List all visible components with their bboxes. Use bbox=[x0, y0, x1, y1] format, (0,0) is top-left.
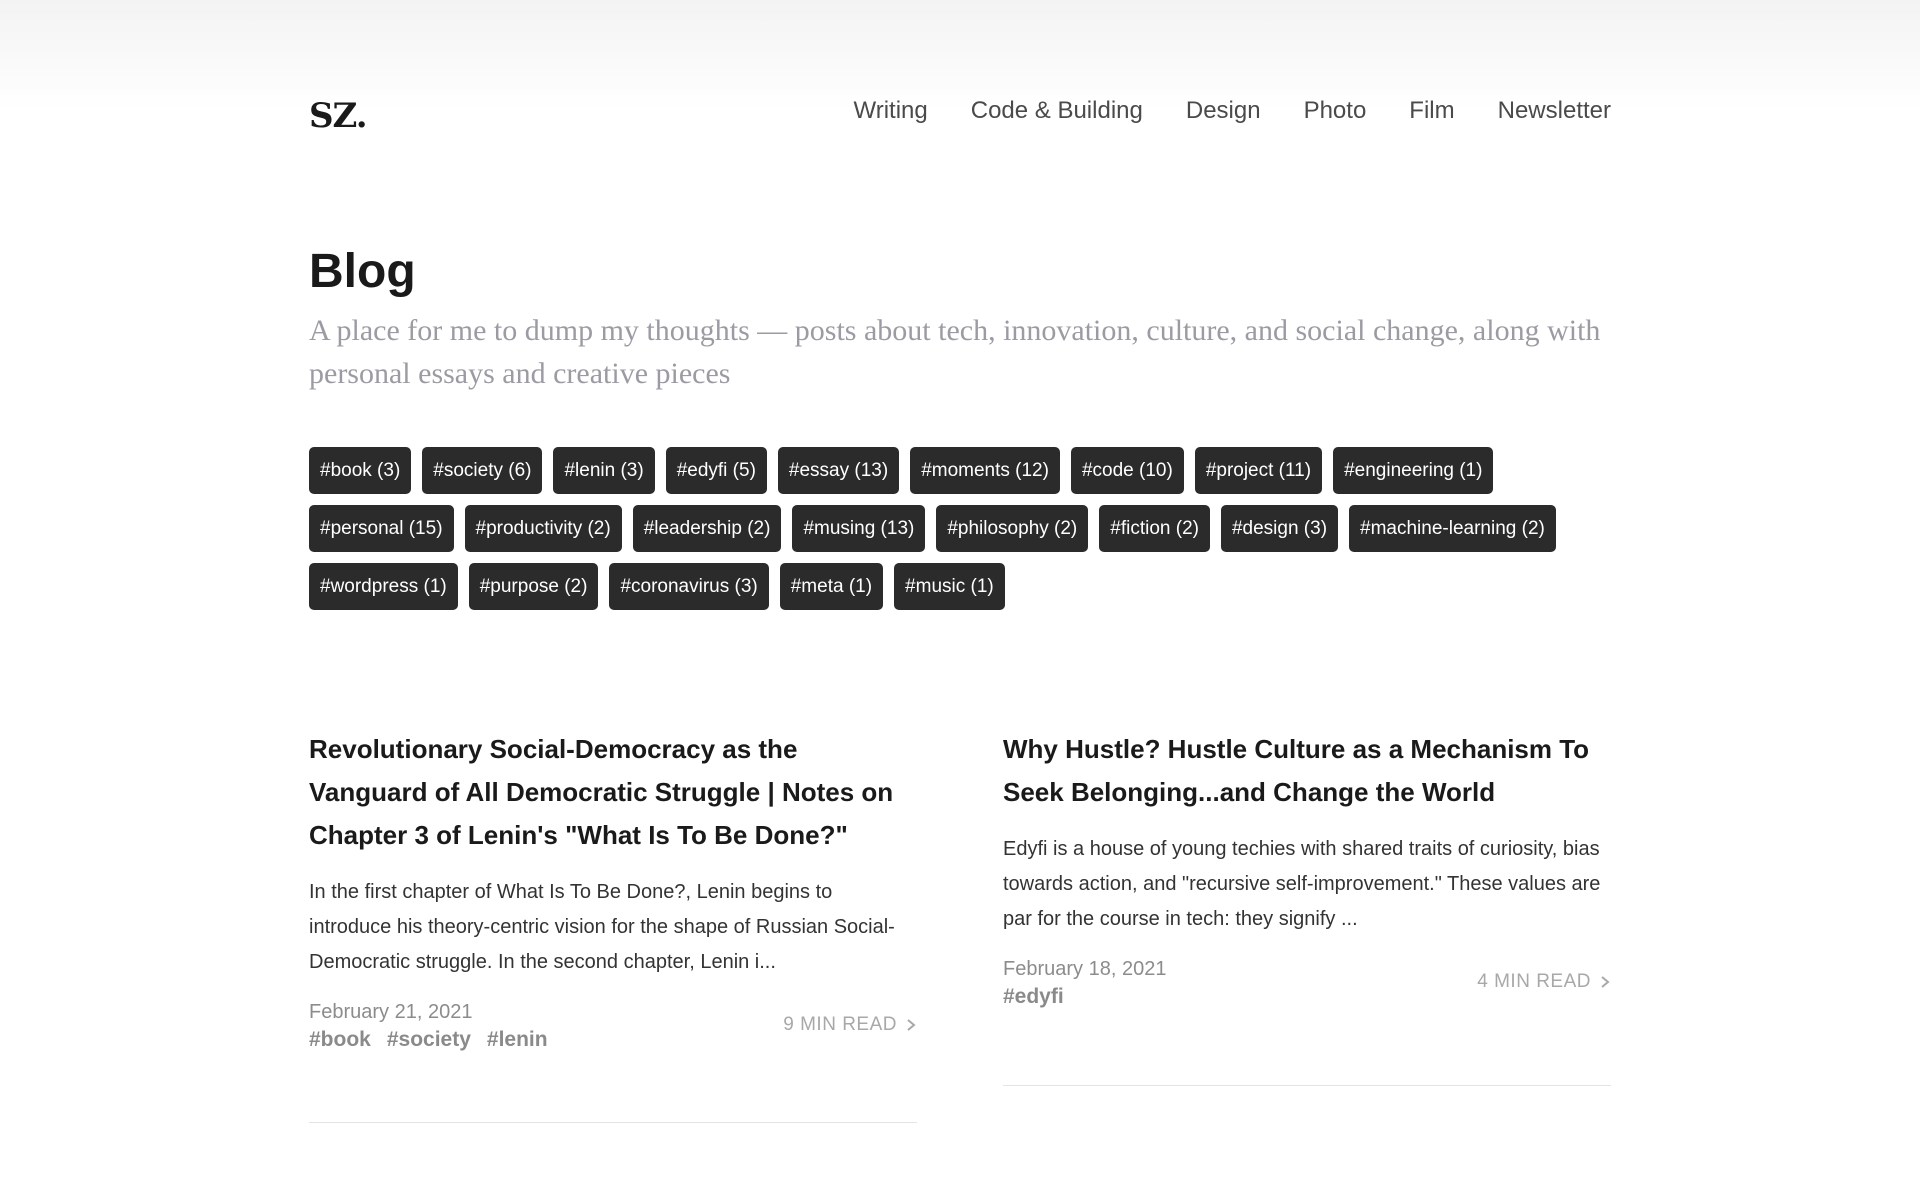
tag-chip[interactable]: #leadership (2) bbox=[632, 504, 782, 552]
site-logo[interactable]: SZ. bbox=[309, 96, 368, 136]
read-time-label: 9 MIN READ bbox=[783, 1013, 897, 1035]
read-more-link[interactable]: 4 MIN READ bbox=[1477, 971, 1611, 993]
post-meta: February 21, 2021 #book #society #lenin … bbox=[309, 998, 917, 1062]
tag-chip[interactable]: #wordpress (1) bbox=[309, 562, 458, 610]
read-time-label: 4 MIN READ bbox=[1477, 970, 1591, 992]
page-container: SZ. Writing Code & Building Design Photo… bbox=[309, 0, 1611, 1123]
tag-chip[interactable]: #coronavirus (3) bbox=[609, 562, 769, 610]
tag-chip[interactable]: #design (3) bbox=[1220, 504, 1339, 552]
post-tag-link[interactable]: #book bbox=[309, 1028, 371, 1052]
post-tag-link[interactable]: #society bbox=[387, 1028, 471, 1052]
tag-chip[interactable]: #project (11) bbox=[1194, 446, 1323, 494]
tag-chip[interactable]: #book (3) bbox=[309, 446, 412, 494]
main-nav: Writing Code & Building Design Photo Fil… bbox=[853, 97, 1611, 125]
post-title[interactable]: Revolutionary Social-Democracy as the Va… bbox=[309, 728, 917, 857]
nav-item-writing[interactable]: Writing bbox=[853, 97, 927, 125]
nav-item-photo[interactable]: Photo bbox=[1304, 97, 1367, 125]
tag-chip[interactable]: #philosophy (2) bbox=[936, 504, 1089, 552]
post-meta: February 18, 2021 #edyfi 4 MIN READ bbox=[1003, 955, 1611, 1019]
tag-chip[interactable]: #personal (15) bbox=[309, 504, 454, 552]
tag-chip[interactable]: #musing (13) bbox=[792, 504, 926, 552]
tag-chip[interactable]: #lenin (3) bbox=[553, 446, 655, 494]
tag-chip[interactable]: #engineering (1) bbox=[1333, 446, 1494, 494]
page-subtitle: A place for me to dump my thoughts — pos… bbox=[309, 313, 1601, 390]
tag-chip[interactable]: #meta (1) bbox=[779, 562, 884, 610]
post-tag-link[interactable]: #edyfi bbox=[1003, 985, 1064, 1009]
page-title: Blog bbox=[309, 245, 416, 298]
tag-chip[interactable]: #edyfi (5) bbox=[665, 446, 767, 494]
nav-item-design[interactable]: Design bbox=[1186, 97, 1261, 125]
post-tag-link[interactable]: #lenin bbox=[487, 1028, 548, 1052]
chevron-right-icon bbox=[1601, 976, 1610, 988]
chevron-right-icon bbox=[907, 1019, 916, 1031]
post-title[interactable]: Why Hustle? Hustle Culture as a Mechanis… bbox=[1003, 728, 1611, 814]
tag-chip[interactable]: #fiction (2) bbox=[1099, 504, 1210, 552]
post-list: Revolutionary Social-Democracy as the Va… bbox=[309, 728, 1611, 1123]
post-card: Why Hustle? Hustle Culture as a Mechanis… bbox=[1003, 728, 1611, 1123]
tag-chip[interactable]: #essay (13) bbox=[777, 446, 900, 494]
post-excerpt: In the first chapter of What Is To Be Do… bbox=[309, 880, 895, 973]
post-excerpt: Edyfi is a house of young techies with s… bbox=[1003, 837, 1601, 930]
nav-item-film[interactable]: Film bbox=[1409, 97, 1454, 125]
nav-item-code-building[interactable]: Code & Building bbox=[971, 97, 1143, 125]
post-card: Revolutionary Social-Democracy as the Va… bbox=[309, 728, 917, 1123]
tag-chip[interactable]: #moments (12) bbox=[910, 446, 1060, 494]
post-divider bbox=[1003, 1084, 1611, 1086]
tag-chip[interactable]: #society (6) bbox=[422, 446, 543, 494]
tag-chip[interactable]: #productivity (2) bbox=[464, 504, 622, 552]
tag-cloud: #book (3) #society (6) #lenin (3) #edyfi… bbox=[309, 446, 1611, 610]
tag-chip[interactable]: #music (1) bbox=[894, 562, 1005, 610]
nav-item-newsletter[interactable]: Newsletter bbox=[1498, 97, 1611, 125]
post-divider bbox=[309, 1121, 917, 1123]
tag-chip[interactable]: #machine-learning (2) bbox=[1349, 504, 1556, 552]
tag-chip[interactable]: #code (10) bbox=[1070, 446, 1184, 494]
read-more-link[interactable]: 9 MIN READ bbox=[783, 1014, 917, 1036]
tag-chip[interactable]: #purpose (2) bbox=[468, 562, 599, 610]
site-header: SZ. Writing Code & Building Design Photo… bbox=[309, 0, 1611, 170]
